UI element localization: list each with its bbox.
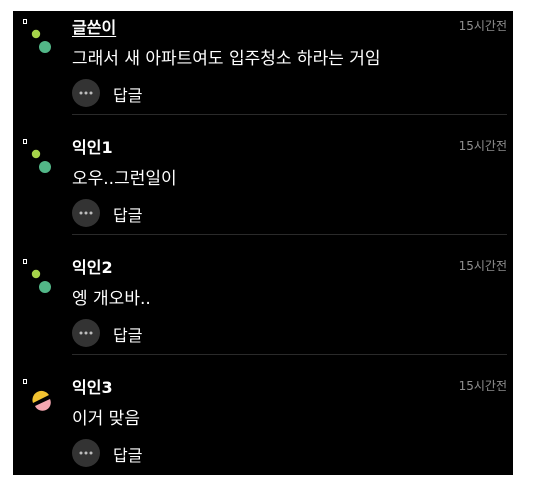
comment-time: 15시간전: [458, 259, 507, 273]
comment-item: 익인1 15시간전 오우..그런일이 답글: [13, 131, 513, 251]
comment-author[interactable]: 익인2: [72, 254, 113, 278]
comment-divider: [72, 354, 507, 355]
comment-item: 글쓴이 15시간전 그래서 새 아파트여도 입주청소 하라는 거임 답글: [13, 11, 513, 131]
green-dots-avatar: [23, 19, 51, 53]
comment-text: 엥 개오바..: [72, 289, 151, 309]
reply-button[interactable]: 답글: [113, 442, 142, 466]
more-button[interactable]: [72, 439, 100, 467]
yellow-pink-avatar: [23, 379, 51, 411]
more-button[interactable]: [72, 319, 100, 347]
green-dots-avatar: [23, 139, 51, 173]
more-button[interactable]: [72, 199, 100, 227]
more-button[interactable]: [72, 79, 100, 107]
comment-text: 그래서 새 아파트여도 입주청소 하라는 거임: [72, 49, 381, 69]
comment-list: 글쓴이 15시간전 그래서 새 아파트여도 입주청소 하라는 거임 답글 익인1…: [13, 11, 513, 475]
reply-button[interactable]: 답글: [113, 202, 142, 226]
comment-time: 15시간전: [458, 19, 507, 33]
comment-divider: [72, 234, 507, 235]
more-dots-icon: [79, 91, 93, 95]
comment-time: 15시간전: [458, 139, 507, 153]
reply-button[interactable]: 답글: [113, 82, 142, 106]
more-dots-icon: [79, 451, 93, 455]
comment-author[interactable]: 글쓴이: [72, 14, 116, 38]
comment-item: 익인2 15시간전 엥 개오바.. 답글: [13, 251, 513, 371]
comment-author[interactable]: 익인1: [72, 134, 113, 158]
more-dots-icon: [79, 331, 93, 335]
comment-divider: [72, 114, 507, 115]
comment-time: 15시간전: [458, 379, 507, 393]
reply-button[interactable]: 답글: [113, 322, 142, 346]
green-dots-avatar: [23, 259, 51, 293]
comment-author[interactable]: 익인3: [72, 374, 113, 398]
comment-item: 익인3 15시간전 이거 맞음 답글: [13, 371, 513, 475]
comment-text: 오우..그런일이: [72, 169, 177, 189]
comment-text: 이거 맞음: [72, 409, 140, 429]
more-dots-icon: [79, 211, 93, 215]
